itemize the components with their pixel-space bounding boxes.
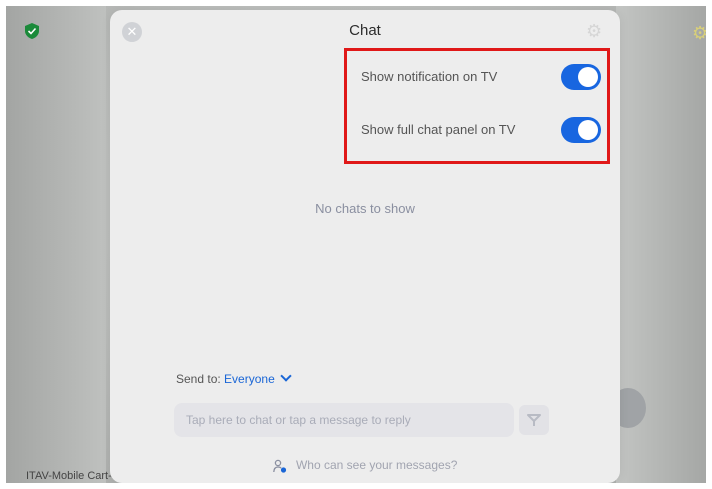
chat-input[interactable] <box>174 403 514 437</box>
setting-row-full-panel[interactable]: Show full chat panel on TV <box>361 115 601 145</box>
send-to-selector[interactable]: Send to: Everyone <box>176 370 292 386</box>
gear-icon[interactable]: ⚙ <box>692 24 706 42</box>
notification-toggle[interactable] <box>561 64 601 90</box>
privacy-link-row[interactable]: Who can see your messages? <box>110 458 620 473</box>
background-left-area <box>6 6 106 483</box>
empty-state-message: No chats to show <box>315 201 415 216</box>
setting-label: Show notification on TV <box>361 69 498 84</box>
setting-label: Show full chat panel on TV <box>361 122 516 137</box>
privacy-link[interactable]: Who can see your messages? <box>296 458 457 472</box>
device-label: ITAV-Mobile Cart- <box>26 470 112 482</box>
send-icon <box>527 414 541 426</box>
full-panel-toggle[interactable] <box>561 117 601 143</box>
send-to-label: Send to: <box>176 372 221 386</box>
send-button[interactable] <box>519 405 549 435</box>
chat-title: Chat <box>349 22 381 39</box>
chevron-down-icon[interactable] <box>280 370 292 382</box>
person-icon <box>272 459 286 473</box>
send-to-value[interactable]: Everyone <box>224 372 275 386</box>
chat-panel: ✕ Chat ⚙ Show notification on TV Show fu… <box>110 10 620 483</box>
photo-background: ⚙ ITAV-Mobile Cart- ✕ Chat ⚙ Show notifi… <box>6 6 706 483</box>
gear-icon[interactable]: ⚙ <box>586 22 604 40</box>
shield-check-icon <box>25 23 39 39</box>
setting-row-notification[interactable]: Show notification on TV <box>361 62 601 92</box>
